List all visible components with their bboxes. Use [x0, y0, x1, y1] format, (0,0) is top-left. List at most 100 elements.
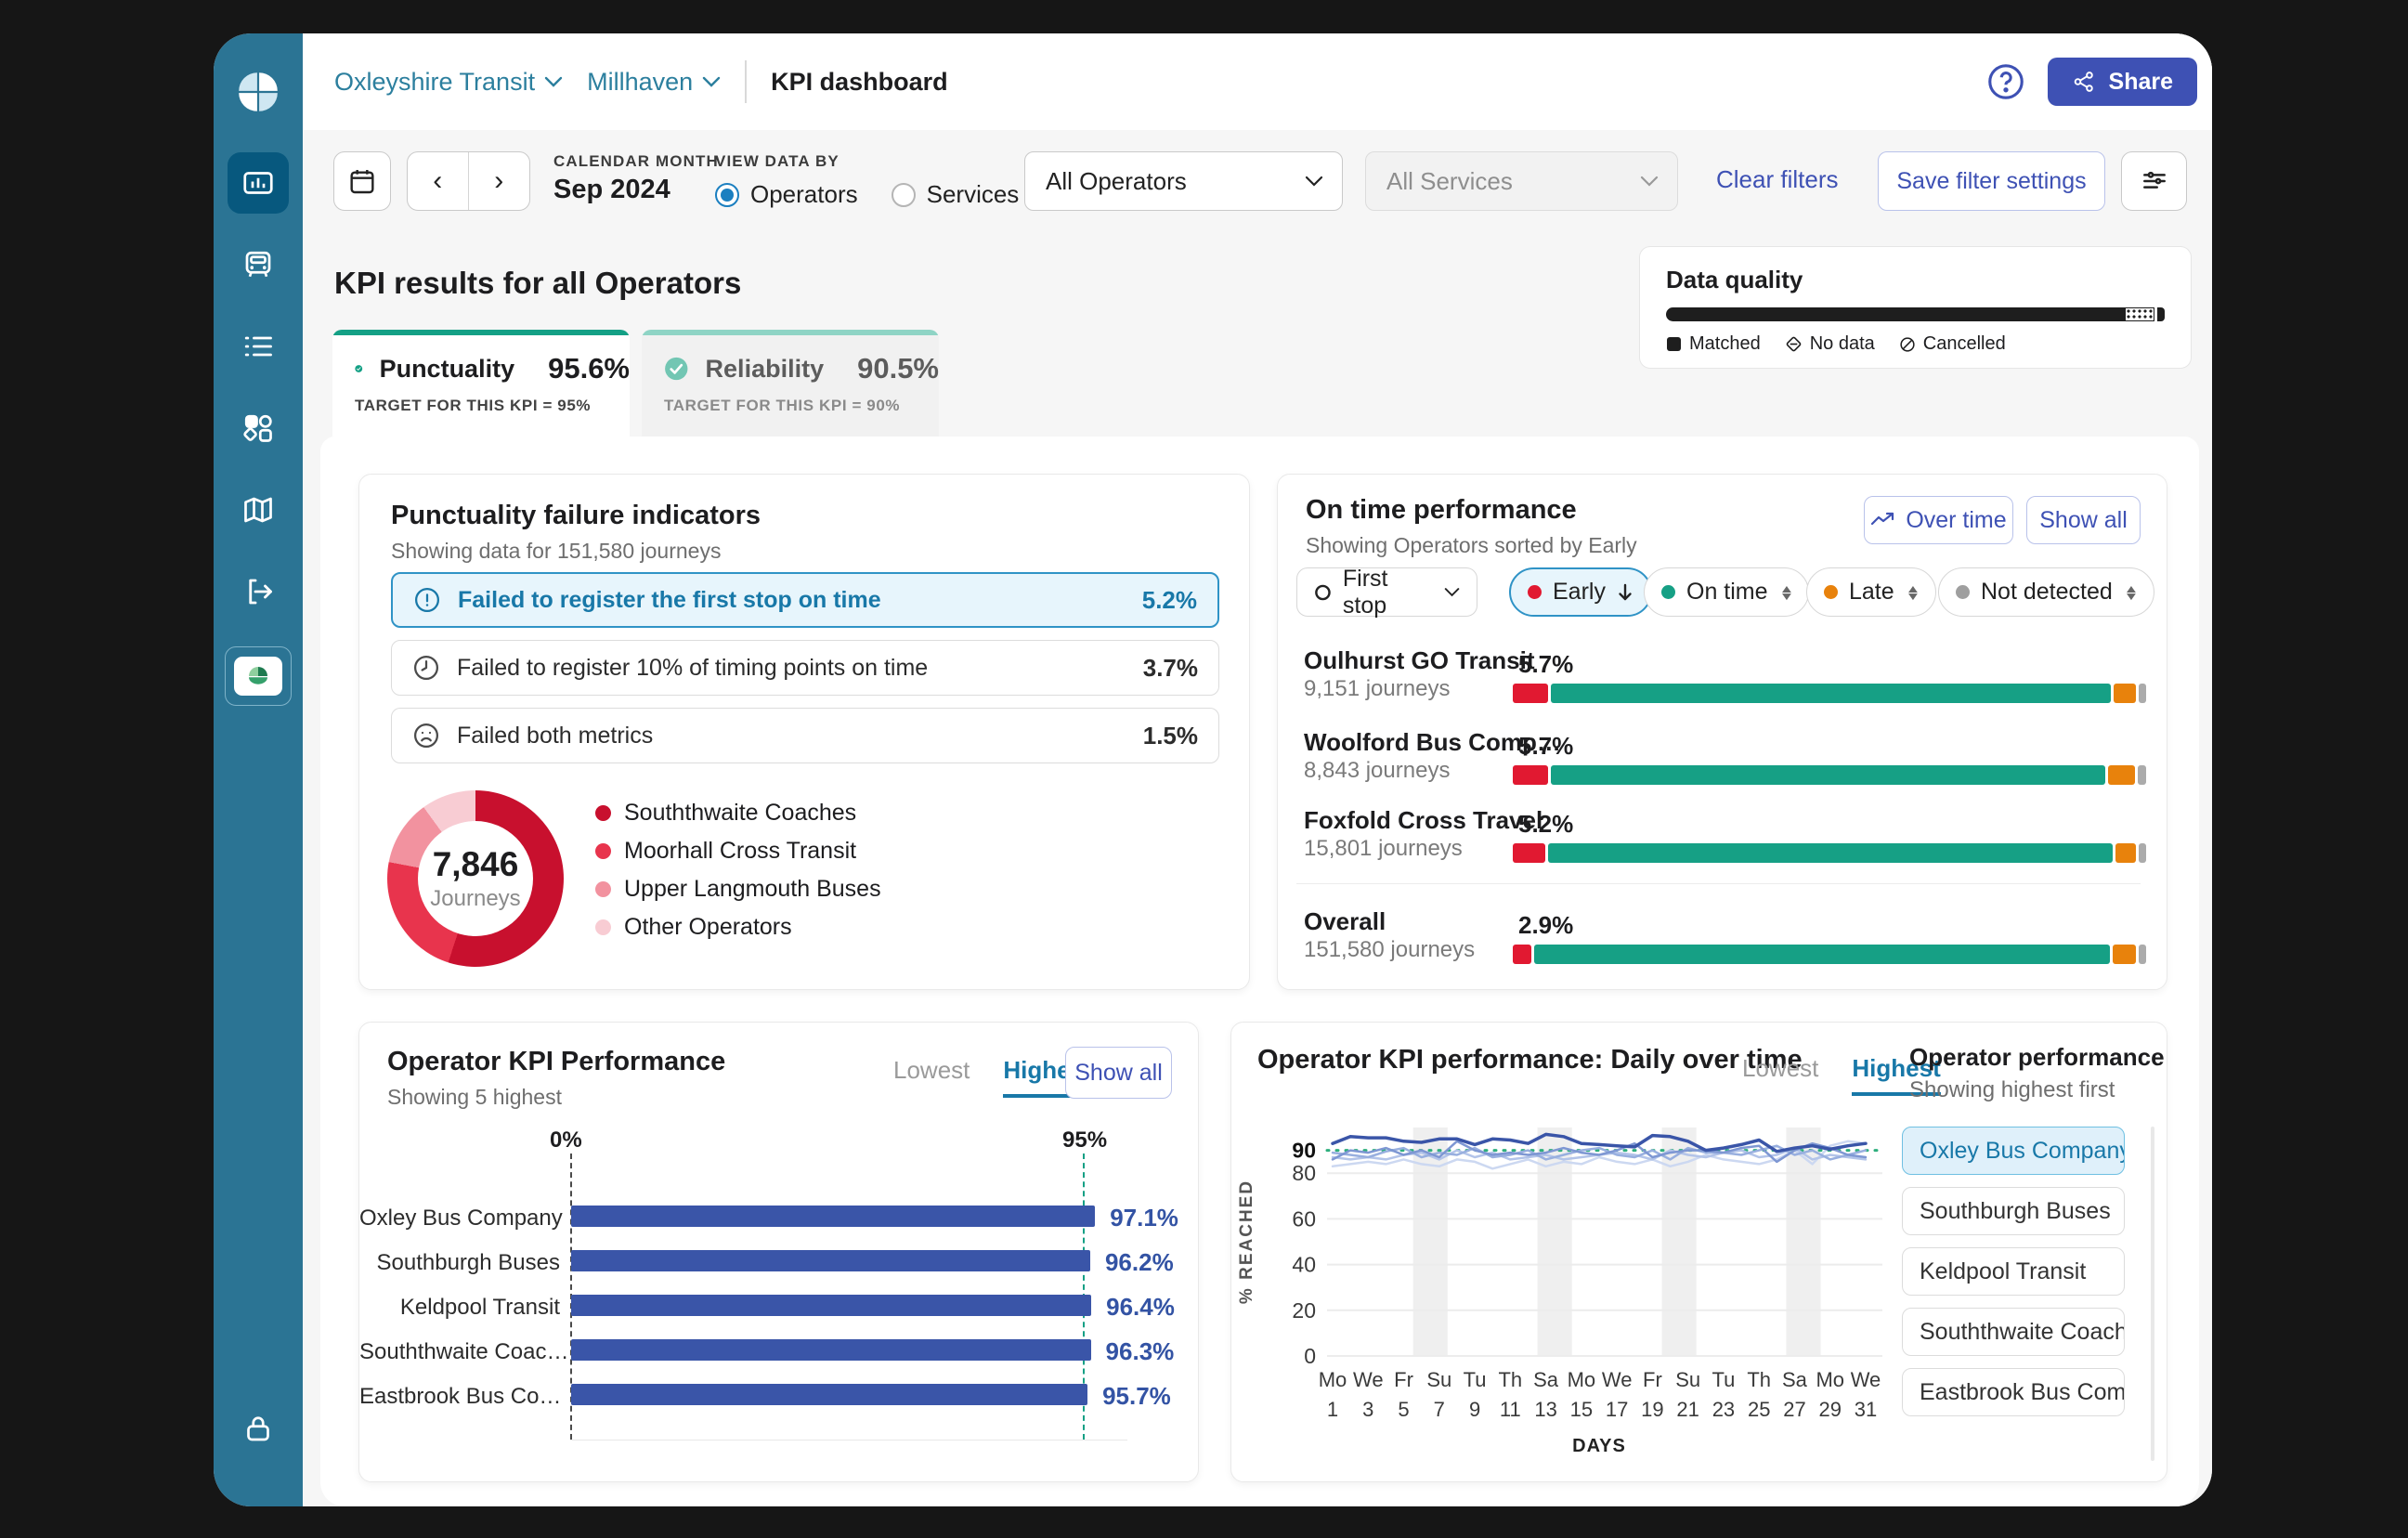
radio-dot: [892, 183, 916, 207]
x-tick-day-name: Mo: [1568, 1368, 1596, 1391]
operator-button[interactable]: Keldpool Transit: [1902, 1247, 2125, 1296]
x-tick-day-number: 31: [1855, 1398, 1877, 1421]
x-tick-day-number: 21: [1676, 1398, 1699, 1421]
operator-list-scrollbar[interactable]: [2151, 1127, 2154, 1461]
legend-no-data-label: No data: [1810, 333, 1875, 355]
bar-category-label: Eastbrook Bus Co…: [359, 1384, 560, 1410]
kpi-bars-show-all-button[interactable]: Show all: [1065, 1047, 1172, 1099]
kpi-bar: [571, 1339, 1091, 1361]
x-tick-day-number: 13: [1534, 1398, 1556, 1421]
tab-reliability[interactable]: Reliability 90.5% TARGET FOR THIS KPI = …: [642, 330, 939, 437]
operators-select[interactable]: All Operators: [1024, 151, 1343, 211]
filter-settings-button[interactable]: [2121, 151, 2187, 211]
x-tick-day-number: 5: [1398, 1398, 1409, 1421]
filter-lines-icon: [2140, 166, 2169, 196]
y-axis-title: % REACHED: [1237, 1180, 1256, 1304]
operator-button[interactable]: Oxley Bus Company: [1902, 1127, 2125, 1175]
help-icon[interactable]: [1985, 60, 2027, 103]
on-time-stacked-bar: [1513, 765, 2146, 785]
lock-icon[interactable]: [214, 1412, 303, 1445]
operator-kpi-bar-chart: 0%95%Oxley Bus Company97.1%Southburgh Bu…: [359, 1148, 1200, 1454]
operator-button[interactable]: Southburgh Buses: [1902, 1187, 2125, 1235]
failure-indicator-row[interactable]: Failed both metrics1.5%: [391, 708, 1219, 763]
radio-operators[interactable]: Operators: [715, 180, 858, 209]
operator-button[interactable]: Eastbrook Bus Compa…: [1902, 1368, 2125, 1416]
bar-segment: [2139, 843, 2146, 863]
donut-legend: Souththwaite CoachesMoorhall Cross Trans…: [595, 794, 881, 946]
clear-filters-link[interactable]: Clear filters: [1716, 165, 1838, 194]
nav-apps-icon[interactable]: [228, 398, 289, 459]
partner-app-button[interactable]: [225, 646, 292, 706]
bar-segment: [1513, 945, 1531, 964]
filter-bar: ‹ › CALENDAR MONTH Sep 2024 VIEW DATA BY…: [303, 130, 2212, 240]
toggle-lowest[interactable]: Lowest: [893, 1056, 970, 1098]
y-tick-label: 60: [1292, 1206, 1316, 1231]
legend-cancelled: Cancelled: [1899, 333, 2006, 355]
early-percent-label: 5.7%: [1518, 650, 1573, 679]
nav-list-icon[interactable]: [228, 316, 289, 377]
services-select[interactable]: All Services: [1365, 151, 1678, 211]
page-header-title: KPI dashboard: [771, 68, 948, 97]
legend-cancelled-label: Cancelled: [1923, 333, 2006, 355]
nav-dashboard-icon[interactable]: [228, 152, 289, 214]
donut-legend-item: Moorhall Cross Transit: [595, 832, 881, 870]
bar-value-label: 97.1%: [1110, 1204, 1178, 1232]
dq-cancelled-segment: [2157, 307, 2165, 321]
brand-logo: [237, 71, 280, 113]
nav-map-icon[interactable]: [228, 479, 289, 541]
chevron-down-icon: [544, 76, 563, 87]
view-data-by-label: VIEW DATA BY: [715, 152, 840, 171]
operator-kpi-panel: Operator KPI Performance Showing 5 highe…: [358, 1022, 1199, 1482]
x-tick-day-name: Mo: [1319, 1368, 1347, 1391]
radio-services[interactable]: Services: [892, 180, 1020, 209]
x-tick-day-name: Th: [1498, 1368, 1522, 1391]
month-nav: ‹ ›: [407, 151, 530, 211]
x-tick-day-number: 9: [1469, 1398, 1480, 1421]
breadcrumb-region[interactable]: Millhaven: [587, 68, 721, 97]
operator-button[interactable]: Souththwaite Coaches: [1902, 1308, 2125, 1356]
next-month-button[interactable]: ›: [469, 152, 530, 210]
bar-value-label: 96.2%: [1105, 1248, 1174, 1277]
save-filter-settings-label: Save filter settings: [1896, 168, 2086, 195]
failure-indicator-row[interactable]: Failed to register 10% of timing points …: [391, 640, 1219, 696]
failure-panel-title: Punctuality failure indicators: [391, 501, 761, 531]
x-tick-day-number: 17: [1606, 1398, 1628, 1421]
cancelled-icon: [1899, 336, 1916, 353]
x-tick-day-name: Fr: [1643, 1368, 1662, 1391]
kpi-content-card: Punctuality failure indicators Showing d…: [320, 437, 2199, 1506]
operator-name: Overall: [1304, 907, 1386, 936]
calendar-icon: [347, 166, 377, 196]
save-filter-settings-button[interactable]: Save filter settings: [1878, 151, 2105, 211]
tab-reliability-value: 90.5%: [857, 352, 939, 385]
legend-label: Upper Langmouth Buses: [624, 876, 881, 903]
tab-punctuality-label: Punctuality: [380, 355, 515, 384]
failure-indicator-row[interactable]: Failed to register the first stop on tim…: [391, 572, 1219, 628]
calendar-month-value: Sep 2024: [553, 175, 670, 205]
failure-row-value: 3.7%: [1143, 654, 1198, 683]
chevron-down-icon: [1640, 176, 1659, 187]
bar-segment: [1513, 765, 1548, 785]
operator-performance-subtitle: Showing highest first: [1909, 1077, 2165, 1103]
daily-over-time-panel: Operator KPI performance: Daily over tim…: [1230, 1022, 2167, 1482]
toggle-lowest[interactable]: Lowest: [1742, 1054, 1818, 1096]
x-tick-day-name: Sa: [1533, 1368, 1559, 1391]
bar-category-label: Keldpool Transit: [359, 1295, 560, 1321]
failure-row-value: 5.2%: [1142, 586, 1197, 615]
prev-month-button[interactable]: ‹: [408, 152, 469, 210]
share-button[interactable]: Share: [2048, 58, 2197, 106]
x-tick-day-number: 25: [1748, 1398, 1770, 1421]
tab-punctuality[interactable]: Punctuality 95.6% TARGET FOR THIS KPI = …: [332, 330, 630, 437]
nav-logout-icon[interactable]: [228, 561, 289, 622]
y-tick-label: 90: [1292, 1139, 1316, 1163]
breadcrumb-org[interactable]: Oxleyshire Transit: [334, 68, 563, 97]
kpi-bars-title: Operator KPI Performance: [387, 1047, 725, 1077]
failure-row-label: Failed to register the first stop on tim…: [458, 587, 881, 614]
on-time-rows: Oulhurst GO Transit9,151 journeys5.7%Woo…: [1278, 475, 2167, 989]
donut-center: 7,846 Journeys: [418, 821, 533, 936]
bar-segment: [2114, 684, 2136, 703]
nav-bus-icon[interactable]: [228, 234, 289, 295]
calendar-button[interactable]: [333, 151, 391, 211]
y-tick-label: 80: [1292, 1161, 1316, 1185]
bar-segment: [1551, 684, 2110, 703]
operator-name: Foxfold Cross Travel: [1304, 806, 1542, 835]
